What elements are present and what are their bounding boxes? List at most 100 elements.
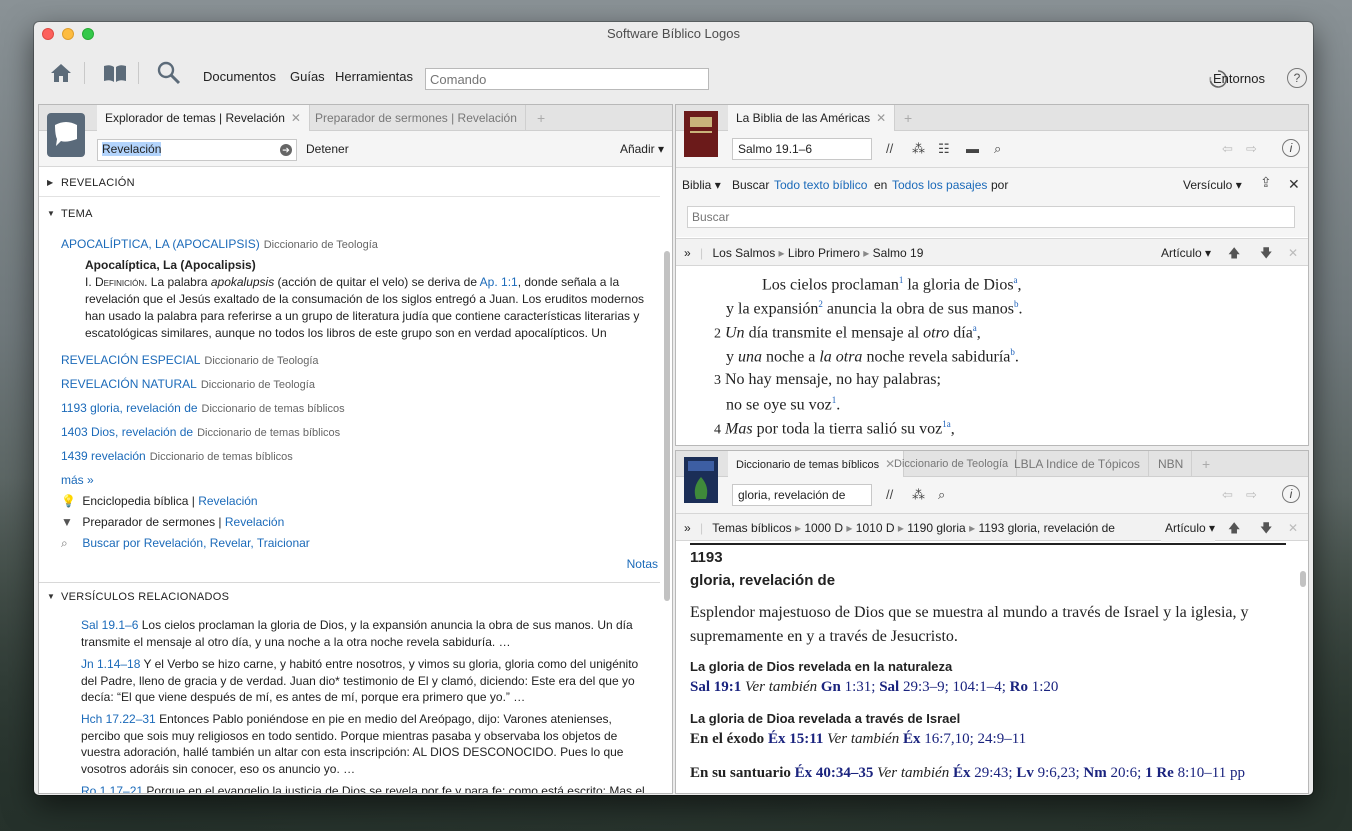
crumb-item[interactable]: Temas bíblicos	[712, 521, 791, 535]
find-icon[interactable]: ⌕	[938, 487, 945, 503]
info-icon[interactable]: i	[1282, 485, 1300, 503]
command-input[interactable]	[425, 68, 709, 90]
verse-ref-link[interactable]: Ro 1.17–21	[81, 784, 143, 793]
en-label: en	[874, 178, 888, 192]
subheading: La gloria de Dios revelada en la natural…	[690, 659, 953, 674]
more-link[interactable]: más »	[61, 473, 94, 487]
reference-line: Sal 19:1 Ver también Gn 1:31; Sal 29:3–9…	[690, 679, 1059, 695]
topic-link[interactable]: APOCALÍPTICA, LA (APOCALIPSIS) Diccionari…	[61, 237, 378, 251]
visual-filter-icon[interactable]: ⁂	[912, 141, 925, 157]
section-versiculos[interactable]: ▼ VERSÍCULOS RELACIONADOS	[39, 582, 660, 610]
menu-documentos[interactable]: Documentos	[203, 69, 276, 84]
topic-link[interactable]: 1193 gloria, revelación de Diccionario de…	[61, 401, 345, 415]
topic-link[interactable]: REVELACIÓN NATURAL Diccionario de Teologí…	[61, 377, 315, 391]
find-icon[interactable]: ⌕	[994, 141, 1001, 157]
up-arrow-icon[interactable]: 🡅	[1228, 239, 1240, 267]
unit-dropdown[interactable]: Versículo ▾	[1183, 178, 1242, 192]
menu-herramientas[interactable]: Herramientas	[335, 69, 413, 84]
article-dropdown[interactable]: Artículo ▾	[1161, 514, 1216, 542]
tool-sermon-builder[interactable]: ▼ Preparador de sermones | Revelación	[61, 515, 284, 529]
tab-lbla[interactable]: La Biblia de las Américas ✕	[728, 105, 896, 131]
verse-ref-link[interactable]: Hch 17.22–31	[81, 712, 156, 726]
expand-icon[interactable]: »	[684, 246, 691, 260]
up-arrow-icon[interactable]: 🡅	[1228, 514, 1240, 542]
back-arrow-icon[interactable]: ⇦	[1222, 487, 1233, 503]
tool-search[interactable]: ⌕ Buscar por Revelación, Revelar, Traici…	[61, 536, 310, 551]
reference-line: En su santuario Éx 40:34–35 Ver también …	[690, 765, 1245, 781]
crumb-item[interactable]: 1190 gloria	[907, 521, 966, 535]
go-arrow-icon[interactable]: ➔	[280, 144, 292, 156]
zoom-window-button[interactable]	[82, 28, 94, 40]
dict-reference-input[interactable]: gloria, revelación de	[732, 484, 872, 506]
expand-icon[interactable]: »	[684, 521, 691, 535]
tab-topic-explorer[interactable]: Explorador de temas | Revelación ✕	[97, 105, 310, 131]
left-scrollbar[interactable]	[664, 251, 670, 601]
info-icon[interactable]: i	[1282, 139, 1300, 157]
stop-button[interactable]: Detener	[306, 142, 349, 156]
topic-search-input[interactable]: Revelación ➔	[97, 139, 297, 161]
bible-search-input[interactable]	[687, 206, 1295, 228]
bible-cover-icon[interactable]	[684, 111, 718, 157]
crumb-item[interactable]: Salmo 19	[873, 246, 924, 260]
section-tema[interactable]: ▼ TEMA	[39, 200, 660, 228]
crumb-item[interactable]: 1000 D	[804, 521, 843, 535]
add-tab-icon[interactable]: +	[537, 105, 545, 131]
tool-encyclopedia[interactable]: 💡 Enciclopedia bíblica | Revelación	[61, 494, 258, 508]
crumb-item[interactable]: 1193 gloria, revelación de	[978, 521, 1115, 535]
tab-temas-biblicos[interactable]: Diccionario de temas bíblicos ✕	[728, 451, 905, 477]
parallel-icon[interactable]: //	[886, 141, 893, 156]
close-icon[interactable]: ✕	[1288, 514, 1298, 542]
tab-indice-topicos[interactable]: LBLA Indice de Tópicos	[1006, 451, 1149, 477]
minimize-window-button[interactable]	[62, 28, 74, 40]
topic-guide-icon	[47, 113, 85, 157]
verse-ref-link[interactable]: Jn 1.14–18	[81, 657, 140, 671]
bible-search-bar: Biblia ▾ Buscar Todo texto bíblico en To…	[676, 167, 1308, 237]
dict-scrollbar[interactable]	[1300, 571, 1306, 587]
crumb-item[interactable]: 1010 D	[856, 521, 895, 535]
environments-button[interactable]: Entornos	[1213, 71, 1265, 86]
topic-link[interactable]: 1439 revelación Diccionario de temas bíbl…	[61, 449, 293, 463]
verse-ref-link[interactable]: Sal 19.1–6	[81, 618, 138, 632]
topic-link[interactable]: REVELACIÓN ESPECIAL Diccionario de Teolog…	[61, 353, 319, 367]
close-tab-icon[interactable]: ✕	[291, 111, 301, 125]
text-compare-icon[interactable]: ☷	[938, 141, 950, 157]
tab-nbn[interactable]: NBN	[1150, 451, 1193, 477]
parallel-icon[interactable]: //	[886, 487, 893, 502]
close-window-button[interactable]	[42, 28, 54, 40]
close-search-icon[interactable]: ✕	[1288, 176, 1300, 193]
tab-sermon-builder[interactable]: Preparador de sermones | Revelación	[307, 105, 526, 131]
home-icon[interactable]	[48, 60, 74, 86]
display-icon[interactable]: ▬	[966, 141, 979, 156]
add-tab-icon[interactable]: +	[1202, 451, 1210, 477]
down-arrow-icon[interactable]: 🡇	[1260, 239, 1272, 267]
bible-reference-input[interactable]: Salmo 19.1–6	[732, 138, 872, 160]
article-dropdown[interactable]: Artículo ▾	[1161, 239, 1211, 267]
menu-guias[interactable]: Guías	[290, 69, 325, 84]
forward-arrow-icon[interactable]: ⇨	[1246, 487, 1257, 503]
dictionary-cover-icon[interactable]	[684, 457, 718, 503]
search-range-link[interactable]: Todos los pasajes	[892, 178, 987, 192]
search-scope-link[interactable]: Todo texto bíblico	[774, 178, 867, 192]
reference-link[interactable]: Ap. 1:1	[480, 275, 518, 289]
section-revelacion[interactable]: ▶ REVELACIÓN	[39, 169, 660, 197]
toolbar-divider	[84, 62, 85, 84]
visual-filter-icon[interactable]: ⁂	[912, 487, 925, 503]
notes-link[interactable]: Notas	[627, 557, 658, 571]
share-icon[interactable]: ⇪	[1260, 174, 1272, 191]
add-menu-button[interactable]: Añadir ▾	[620, 142, 664, 156]
expanded-triangle-icon: ▼	[47, 592, 56, 601]
forward-arrow-icon[interactable]: ⇨	[1246, 141, 1257, 157]
topic-link[interactable]: 1403 Dios, revelación de Diccionario de t…	[61, 425, 340, 439]
add-tab-icon[interactable]: +	[904, 105, 912, 131]
crumb-item[interactable]: Libro Primero	[788, 246, 860, 260]
help-button[interactable]: ?	[1287, 68, 1307, 88]
close-tab-icon[interactable]: ✕	[876, 111, 886, 125]
back-arrow-icon[interactable]: ⇦	[1222, 141, 1233, 157]
tab-teologia[interactable]: Diccionario de Teología	[886, 451, 1018, 477]
close-icon[interactable]: ✕	[1288, 239, 1298, 267]
library-icon[interactable]	[102, 60, 128, 86]
biblia-dropdown[interactable]: Biblia ▾	[682, 178, 721, 192]
crumb-item[interactable]: Los Salmos	[713, 246, 776, 260]
down-arrow-icon[interactable]: 🡇	[1260, 514, 1272, 542]
search-icon[interactable]	[156, 60, 182, 86]
